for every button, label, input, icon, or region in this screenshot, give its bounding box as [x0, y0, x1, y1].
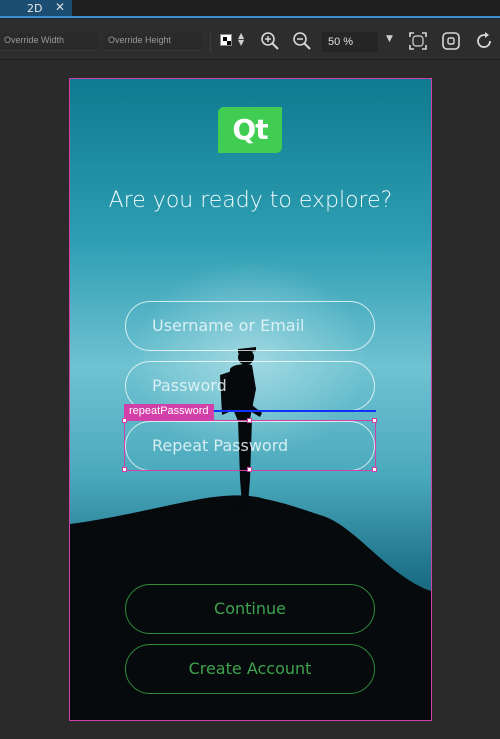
- app-preview: Qt Are you ready to explore? Username or…: [69, 78, 432, 721]
- zoom-level-select[interactable]: 50 %: [322, 32, 378, 52]
- chevron-down-icon[interactable]: ▼: [386, 34, 393, 44]
- resize-handle[interactable]: [247, 467, 252, 472]
- fit-selection-icon[interactable]: [440, 30, 462, 52]
- username-input[interactable]: Username or Email: [125, 301, 375, 351]
- qt-logo: Qt: [218, 107, 282, 153]
- editor-tab-bar: 2D ✕: [0, 0, 500, 18]
- override-height-field[interactable]: Override Height: [104, 33, 202, 51]
- page-title: Are you ready to explore?: [108, 188, 393, 213]
- continue-button[interactable]: Continue: [125, 584, 375, 634]
- zoom-out-icon[interactable]: [291, 30, 313, 52]
- editor-toolbar: Override Width Override Height ▲ ▼ 50 % ▼: [0, 20, 500, 60]
- tab-2d[interactable]: 2D ✕: [0, 0, 72, 16]
- tab-2d-label: 2D: [27, 2, 43, 15]
- create-account-button[interactable]: Create Account: [125, 644, 375, 694]
- background-color-stepper-icon[interactable]: ▲ ▼: [238, 32, 244, 47]
- close-icon[interactable]: ✕: [55, 0, 65, 14]
- resize-handle[interactable]: [122, 467, 127, 472]
- zoom-in-icon[interactable]: [259, 30, 281, 52]
- toolbar-separator: [210, 32, 211, 52]
- resize-handle[interactable]: [247, 418, 252, 423]
- resize-handle[interactable]: [372, 467, 377, 472]
- resize-handle[interactable]: [372, 418, 377, 423]
- fit-to-screen-icon[interactable]: [407, 30, 429, 52]
- selection-box[interactable]: [124, 420, 376, 471]
- selection-id-badge: repeatPassword: [124, 404, 214, 421]
- override-width-field[interactable]: Override Width: [0, 33, 98, 51]
- reset-view-icon[interactable]: [473, 30, 495, 52]
- background-color-icon[interactable]: [220, 34, 232, 46]
- resize-handle[interactable]: [122, 418, 127, 423]
